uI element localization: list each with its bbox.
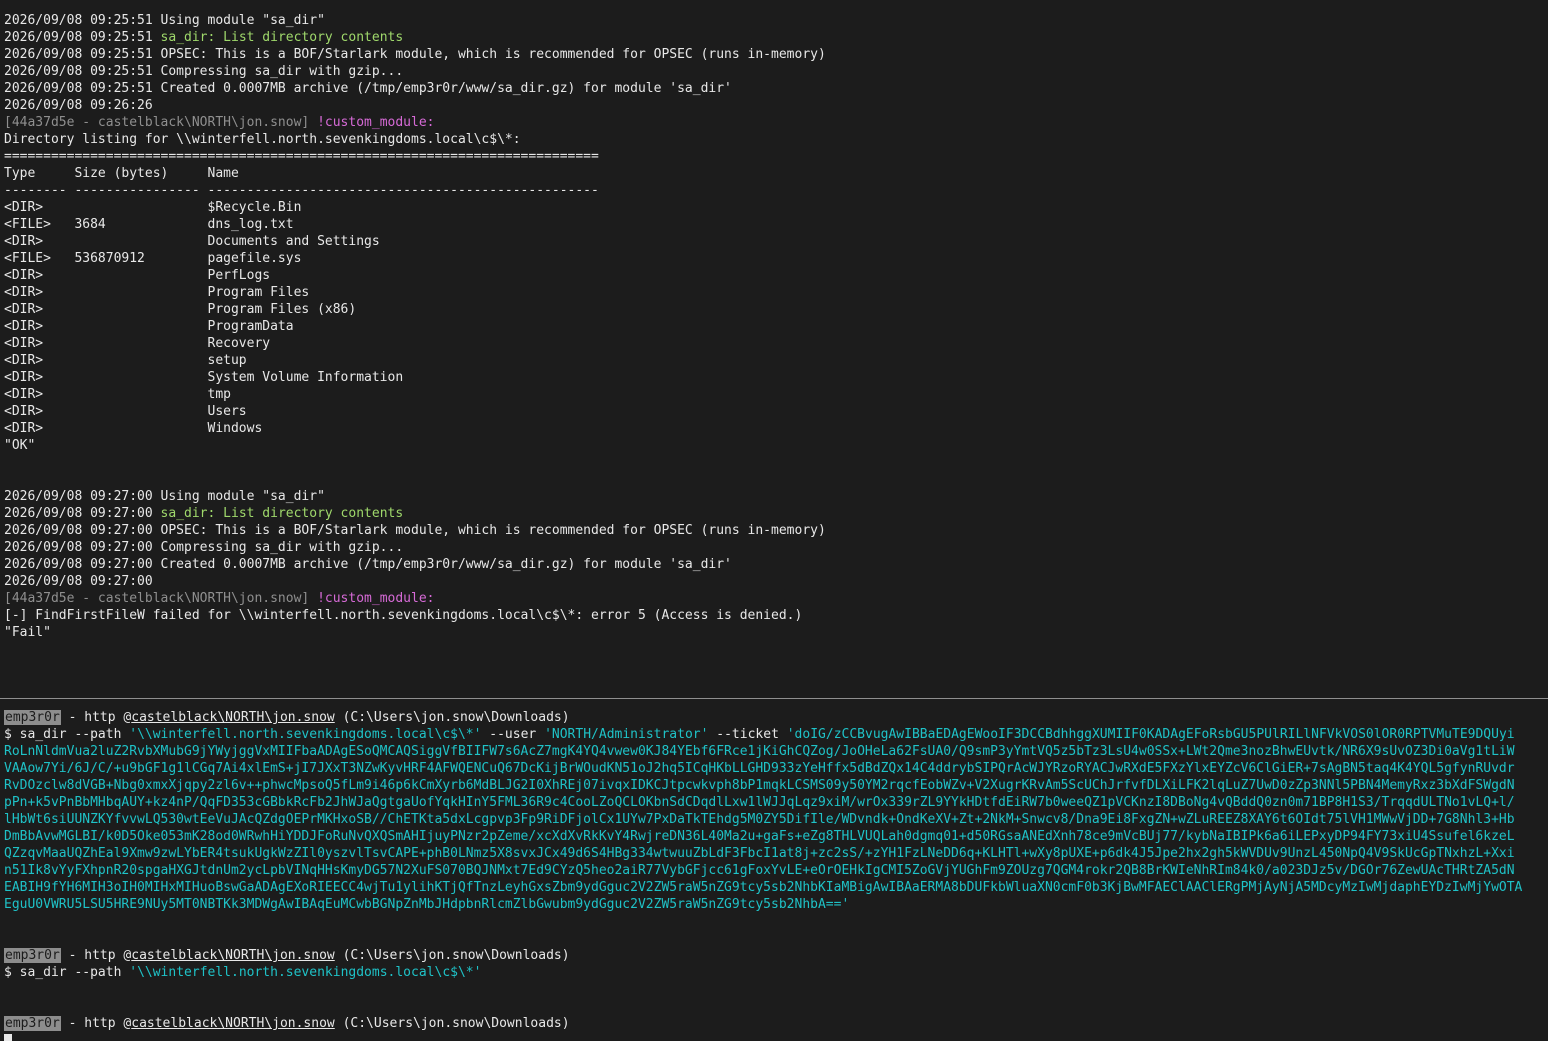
- listing-row: <FILE> 3684 dns_log.txt: [4, 217, 294, 232]
- ticket-wrap-line: DmBbAvwMGLBI/k0D5Oke053mK28od0WRwhHiYDDJ…: [4, 829, 1515, 844]
- listing-row: <DIR> Windows: [4, 421, 263, 436]
- prompt-tag: emp3r0r: [4, 948, 61, 963]
- prompt-host: castelblack\NORTH\jon.snow: [131, 948, 335, 963]
- log-line: 2026/09/08 09:26:26: [4, 98, 153, 113]
- ticket-wrap-line: n51Ik8vYyFXhpnR20spgaHXGJtdnUm2ycLpbVINq…: [4, 863, 1515, 878]
- prompt-block-active[interactable]: emp3r0r - http @castelblack\NORTH\jon.sn…: [4, 1015, 1548, 1032]
- prompt-cwd: (C:\Users\jon.snow\Downloads): [334, 948, 570, 963]
- agent-line: [44a37d5e - castelblack\NORTH\jon.snow] …: [4, 114, 1548, 131]
- user-flag: --user: [481, 727, 545, 742]
- listing-row: <DIR> tmp: [4, 387, 231, 402]
- log-line: 2026/09/08 09:27:00 Created 0.0007MB arc…: [4, 557, 732, 572]
- command-line[interactable]: $ sa_dir --path '\\winterfell.north.seve…: [4, 726, 1548, 743]
- prompt-tag: emp3r0r: [4, 1016, 61, 1031]
- prompt-block[interactable]: emp3r0r - http @castelblack\NORTH\jon.sn…: [4, 947, 1548, 981]
- prompt-host: castelblack\NORTH\jon.snow: [131, 710, 335, 725]
- timestamp: 2026/09/08 09:27:00: [4, 506, 161, 521]
- listing-row: <DIR> System Volume Information: [4, 370, 404, 385]
- log-line: 2026/09/08 09:25:51 Compressing sa_dir w…: [4, 64, 404, 79]
- listing-row: <DIR> PerfLogs: [4, 268, 271, 283]
- command-name: sa_dir: [19, 965, 67, 980]
- prompt-cwd: (C:\Users\jon.snow\Downloads): [334, 1016, 570, 1031]
- module-description-line: 2026/09/08 09:25:51 sa_dir: List directo…: [4, 29, 1548, 46]
- module-description-line: 2026/09/08 09:27:00 sa_dir: List directo…: [4, 505, 1548, 522]
- terminal-cursor[interactable]: [4, 1034, 12, 1041]
- listing-dash-row: -------- ---------------- --------------…: [4, 183, 599, 198]
- path-flag: --path: [66, 965, 130, 980]
- listing-heading: Directory listing for \\winterfell.north…: [4, 132, 521, 147]
- prompt-line: emp3r0r - http @castelblack\NORTH\jon.sn…: [4, 947, 1548, 964]
- agent-line: [44a37d5e - castelblack\NORTH\jon.snow] …: [4, 590, 1548, 607]
- terminal-output: 2026/09/08 09:25:51 Using module "sa_dir…: [4, 12, 1548, 641]
- path-value: '\\winterfell.north.sevenkingdoms.local\…: [129, 965, 482, 980]
- log-line: 2026/09/08 09:27:00: [4, 574, 153, 589]
- listing-rule: ========================================…: [4, 149, 599, 164]
- command-name: sa_dir: [19, 727, 67, 742]
- log-line: 2026/09/08 09:25:51 OPSEC: This is a BOF…: [4, 47, 826, 62]
- prompt-block[interactable]: emp3r0r - http @castelblack\NORTH\jon.sn…: [4, 709, 1548, 930]
- agent-id: [44a37d5e - castelblack\NORTH\jon.snow]: [4, 115, 310, 130]
- listing-row: <FILE> 536870912 pagefile.sys: [4, 251, 302, 266]
- log-line: 2026/09/08 09:25:51 Created 0.0007MB arc…: [4, 81, 732, 96]
- listing-row: <DIR> $Recycle.Bin: [4, 200, 302, 215]
- command-label: !custom_module:: [317, 591, 435, 606]
- path-flag: --path: [66, 727, 130, 742]
- ticket-wrap-line: RoLnNldmVua2luZ2RvbXMubG9jYWyjggVxMIIFba…: [4, 744, 1515, 759]
- listing-row: <DIR> Program Files (x86): [4, 302, 357, 317]
- ticket-wrap-line: EABIH9fYH6MIH3oIH0MIHxMIHuoBswGaADAgEXoR…: [4, 880, 1523, 895]
- result-ok: "OK": [4, 438, 36, 453]
- module-description: sa_dir: List directory contents: [160, 30, 404, 45]
- error-line: [-] FindFirstFileW failed for \\winterfe…: [4, 608, 803, 623]
- agent-id: [44a37d5e - castelblack\NORTH\jon.snow]: [4, 591, 310, 606]
- prompt-line: emp3r0r - http @castelblack\NORTH\jon.sn…: [4, 1015, 1548, 1032]
- prompt-host: castelblack\NORTH\jon.snow: [131, 1016, 335, 1031]
- ticket-wrap-line: VAAow7Yi/6J/C/+u9bGF1g1lCGq7Ai4xlEmS+jI7…: [4, 761, 1515, 776]
- prompt-dollar: $: [4, 727, 20, 742]
- ticket-wrap-line: QZzqvMaaUQZhEal9Xmw9zwLYbER4tsukUgkWzZIl…: [4, 846, 1515, 861]
- listing-row: <DIR> Users: [4, 404, 247, 419]
- ticket-wrap-line: EguU0VWRU5LSU5HRE9NUy5MT0NBTKk3MDWgAwIBA…: [4, 897, 850, 912]
- ticket-value: 'doIG/zCCBvugAwIBBaEDAgEWooIF3DCCBdhhggX…: [786, 727, 1515, 742]
- ticket-wrap-line: [4, 913, 1548, 930]
- listing-row: <DIR> Documents and Settings: [4, 234, 380, 249]
- prompt-dash: - http @: [60, 1016, 132, 1031]
- prompt-line: emp3r0r - http @castelblack\NORTH\jon.sn…: [4, 709, 1548, 726]
- ticket-wrap-line: RvDOzclw8dVGB+Nbg0xmxXjqpy2zl6v++phwcMps…: [4, 778, 1515, 793]
- log-line: 2026/09/08 09:27:00 OPSEC: This is a BOF…: [4, 523, 826, 538]
- module-description: sa_dir: List directory contents: [160, 506, 404, 521]
- ticket-wrap-line: pPn+k5vPnBbMHbqAUY+kz4nP/QqFD353cGBbkRcF…: [4, 795, 1515, 810]
- prompt-dollar: $: [4, 965, 20, 980]
- listing-header-row: Type Size (bytes) Name: [4, 166, 239, 181]
- user-value: 'NORTH/Administrator': [544, 727, 709, 742]
- ticket-wrap-line: lHbWt6siUUNZKYfvvwLQ530wtEeVuJAcQZdgOEPr…: [4, 812, 1515, 827]
- result-fail: "Fail": [4, 625, 51, 640]
- path-value: '\\winterfell.north.sevenkingdoms.local\…: [129, 727, 482, 742]
- listing-row: <DIR> ProgramData: [4, 319, 294, 334]
- prompt-dash: - http @: [60, 710, 132, 725]
- ticket-flag: --ticket: [708, 727, 787, 742]
- listing-row: <DIR> Program Files: [4, 285, 310, 300]
- listing-row: <DIR> Recovery: [4, 336, 271, 351]
- log-line: 2026/09/08 09:27:00 Compressing sa_dir w…: [4, 540, 404, 555]
- command-label: !custom_module:: [317, 115, 435, 130]
- log-line: 2026/09/08 09:25:51 Using module "sa_dir…: [4, 13, 325, 28]
- pane-separator: [0, 698, 1548, 699]
- timestamp: 2026/09/08 09:25:51: [4, 30, 161, 45]
- prompt-tag: emp3r0r: [4, 710, 61, 725]
- prompt-dash: - http @: [60, 948, 132, 963]
- command-line[interactable]: $ sa_dir --path '\\winterfell.north.seve…: [4, 964, 1548, 981]
- listing-row: <DIR> setup: [4, 353, 247, 368]
- log-line: 2026/09/08 09:27:00 Using module "sa_dir…: [4, 489, 325, 504]
- prompt-cwd: (C:\Users\jon.snow\Downloads): [334, 710, 570, 725]
